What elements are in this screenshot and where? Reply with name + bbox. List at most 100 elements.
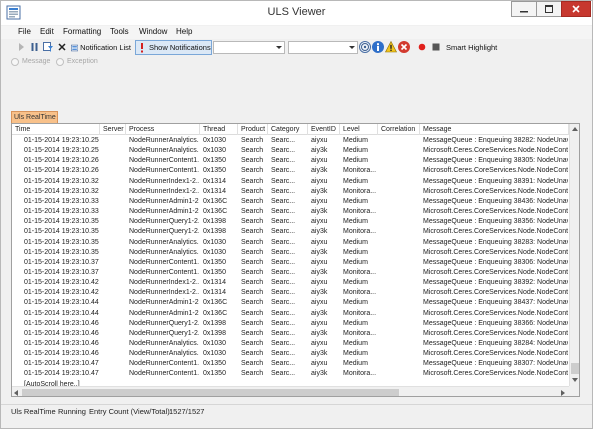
column-header-thread[interactable]: Thread bbox=[200, 124, 238, 135]
cell-product: Search bbox=[241, 137, 264, 144]
menu-file[interactable]: File bbox=[18, 27, 31, 36]
info-filter-button[interactable] bbox=[372, 41, 384, 53]
table-row[interactable]: 01-15-2014 19:23:10.37 NodeRunnerContent1… bbox=[12, 258, 569, 267]
table-row[interactable]: 01-15-2014 19:23:10.35 NodeRunnerAnalytic… bbox=[12, 248, 569, 257]
cell-product: Search bbox=[241, 187, 264, 195]
table-row[interactable]: 01-15-2014 19:23:10.32 NodeRunnerIndex1-2… bbox=[12, 177, 569, 186]
menu-tools[interactable]: Tools bbox=[110, 27, 129, 36]
cell-product: Search bbox=[241, 319, 264, 327]
tab-uls-realtime[interactable]: Uls RealTime bbox=[11, 111, 58, 123]
cell-message: Microsoft.Ceres.CoreServices.Node.NodeCo… bbox=[423, 309, 568, 317]
cell-level: Medium bbox=[343, 279, 368, 287]
cell-correlation bbox=[381, 156, 419, 165]
play-button[interactable] bbox=[17, 42, 25, 52]
cell-correlation bbox=[381, 339, 419, 348]
table-row[interactable]: 01-15-2014 19:23:10.44 NodeRunnerAdmin1-2… bbox=[12, 298, 569, 307]
column-header-correlation[interactable]: Correlation bbox=[378, 124, 420, 135]
table-row[interactable]: 01-15-2014 19:23:10.25 NodeRunnerAnalytic… bbox=[12, 136, 569, 145]
cell-category: Searc... bbox=[271, 289, 296, 297]
info-circle-button[interactable] bbox=[359, 41, 371, 53]
cell-server bbox=[103, 187, 125, 196]
maximize-button[interactable] bbox=[536, 1, 562, 17]
status-source-name: Uls RealTime bbox=[11, 407, 56, 416]
cell-server bbox=[103, 227, 125, 236]
cell-correlation bbox=[381, 217, 419, 226]
table-row[interactable]: 01-15-2014 19:23:10.47 NodeRunnerContent1… bbox=[12, 369, 569, 378]
scroll-up-icon[interactable] bbox=[572, 127, 578, 131]
message-radio[interactable] bbox=[11, 58, 19, 66]
status-state: Running bbox=[58, 407, 86, 416]
table-row[interactable]: 01-15-2014 19:23:10.32 NodeRunnerIndex1-2… bbox=[12, 187, 569, 196]
stop-button[interactable] bbox=[432, 42, 440, 52]
table-row[interactable]: 01-15-2014 19:23:10.35 NodeRunnerQuery1-2… bbox=[12, 217, 569, 226]
column-header-message[interactable]: Message bbox=[420, 124, 569, 135]
column-header-eventid[interactable]: EventID bbox=[308, 124, 340, 135]
search-type-row: Message Exception bbox=[1, 56, 592, 69]
horizontal-scroll-thumb[interactable] bbox=[22, 389, 399, 396]
log-grid[interactable]: Time Server Process Thread Product Category Ev… bbox=[11, 123, 580, 397]
table-row[interactable]: 01-15-2014 19:23:10.26 NodeRunnerContent1… bbox=[12, 166, 569, 175]
clear-button[interactable] bbox=[58, 42, 66, 52]
cell-process: NodeRunnerQuery1-2... bbox=[129, 228, 199, 236]
table-row[interactable]: 01-15-2014 19:23:10.44 NodeRunnerAdmin1-2… bbox=[12, 309, 569, 318]
search-combo[interactable] bbox=[288, 41, 358, 54]
cell-correlation bbox=[381, 278, 419, 287]
table-row[interactable]: 01-15-2014 19:23:10.37 NodeRunnerContent1… bbox=[12, 268, 569, 277]
table-row[interactable]: 01-15-2014 19:23:10.26 NodeRunnerContent1… bbox=[12, 156, 569, 165]
cell-eventid: aiyxu bbox=[311, 177, 328, 185]
cell-category: Searc... bbox=[271, 329, 296, 337]
menu-help[interactable]: Help bbox=[176, 27, 192, 36]
cell-level: Medium bbox=[343, 157, 368, 165]
table-row[interactable]: 01-15-2014 19:23:10.25 NodeRunnerAnalytic… bbox=[12, 146, 569, 155]
table-row[interactable]: 01-15-2014 19:23:10.42 NodeRunnerIndex1-2… bbox=[12, 278, 569, 287]
menu-formatting[interactable]: Formatting bbox=[63, 27, 101, 36]
table-row[interactable]: 01-15-2014 19:23:10.33 NodeRunnerAdmin1-2… bbox=[12, 197, 569, 206]
exception-radio[interactable] bbox=[56, 58, 64, 66]
cell-message: MessageQueue : Enqueuing 38356: NodeUnav… bbox=[423, 218, 568, 226]
table-row[interactable]: 01-15-2014 19:23:10.46 NodeRunnerAnalytic… bbox=[12, 339, 569, 348]
pause-button[interactable] bbox=[30, 42, 38, 52]
table-row[interactable]: 01-15-2014 19:23:10.46 NodeRunnerQuery1-2… bbox=[12, 319, 569, 328]
scroll-down-icon[interactable] bbox=[572, 378, 578, 382]
table-row[interactable]: 01-15-2014 19:23:10.46 NodeRunnerQuery1-2… bbox=[12, 329, 569, 338]
close-button[interactable] bbox=[561, 1, 591, 17]
cell-server bbox=[103, 329, 125, 338]
warning-filter-button[interactable] bbox=[385, 40, 397, 53]
cell-message: MessageQueue : Enqueuing 38307: NodeUnav… bbox=[423, 360, 568, 368]
table-row[interactable]: 01-15-2014 19:23:10.47 NodeRunnerContent1… bbox=[12, 359, 569, 368]
column-header-time[interactable]: Time bbox=[12, 124, 100, 135]
menu-window[interactable]: Window bbox=[139, 27, 167, 36]
title-bar[interactable]: ULS Viewer bbox=[1, 1, 592, 25]
cell-product: Search bbox=[241, 177, 264, 185]
filter-button[interactable] bbox=[43, 42, 54, 52]
table-row[interactable]: 01-15-2014 19:23:10.33 NodeRunnerAdmin1-2… bbox=[12, 207, 569, 216]
column-header-level[interactable]: Level bbox=[340, 124, 378, 135]
cell-product: Search bbox=[241, 218, 264, 226]
column-header-process[interactable]: Process bbox=[126, 124, 200, 135]
scroll-right-icon[interactable] bbox=[561, 390, 565, 396]
smart-highlight-button[interactable]: Smart Highlight bbox=[445, 40, 501, 55]
cell-process: NodeRunnerContent1... bbox=[129, 268, 199, 276]
column-header-product[interactable]: Product bbox=[238, 124, 268, 135]
table-row[interactable]: 01-15-2014 19:23:10.35 NodeRunnerQuery1-2… bbox=[12, 227, 569, 236]
cell-product: Search bbox=[241, 370, 264, 378]
column-header-category[interactable]: Category bbox=[268, 124, 308, 135]
error-filter-button[interactable] bbox=[398, 41, 410, 53]
table-row[interactable]: 01-15-2014 19:23:10.46 NodeRunnerAnalytic… bbox=[12, 349, 569, 358]
record-button[interactable] bbox=[418, 42, 426, 52]
scroll-left-icon[interactable] bbox=[14, 390, 18, 396]
warning-flag-icon bbox=[141, 42, 143, 52]
vertical-scrollbar[interactable] bbox=[569, 124, 579, 386]
table-row[interactable]: 01-15-2014 19:23:10.42 NodeRunnerIndex1-2… bbox=[12, 288, 569, 297]
filter-combo[interactable] bbox=[213, 41, 285, 54]
column-header-server[interactable]: Server bbox=[100, 124, 126, 135]
notification-list-button[interactable]: Notification List bbox=[70, 40, 132, 55]
menu-edit[interactable]: Edit bbox=[40, 27, 54, 36]
table-row[interactable]: 01-15-2014 19:23:10.35 NodeRunnerAnalytic… bbox=[12, 238, 569, 247]
minimize-button[interactable] bbox=[511, 1, 537, 17]
cell-level: Medium bbox=[343, 319, 368, 327]
cell-time: 01-15-2014 19:23:10.46 bbox=[24, 350, 99, 358]
horizontal-scrollbar[interactable] bbox=[12, 386, 569, 396]
vertical-scroll-thumb[interactable] bbox=[571, 363, 579, 374]
show-notifications-button[interactable]: Show Notifications bbox=[135, 40, 212, 55]
